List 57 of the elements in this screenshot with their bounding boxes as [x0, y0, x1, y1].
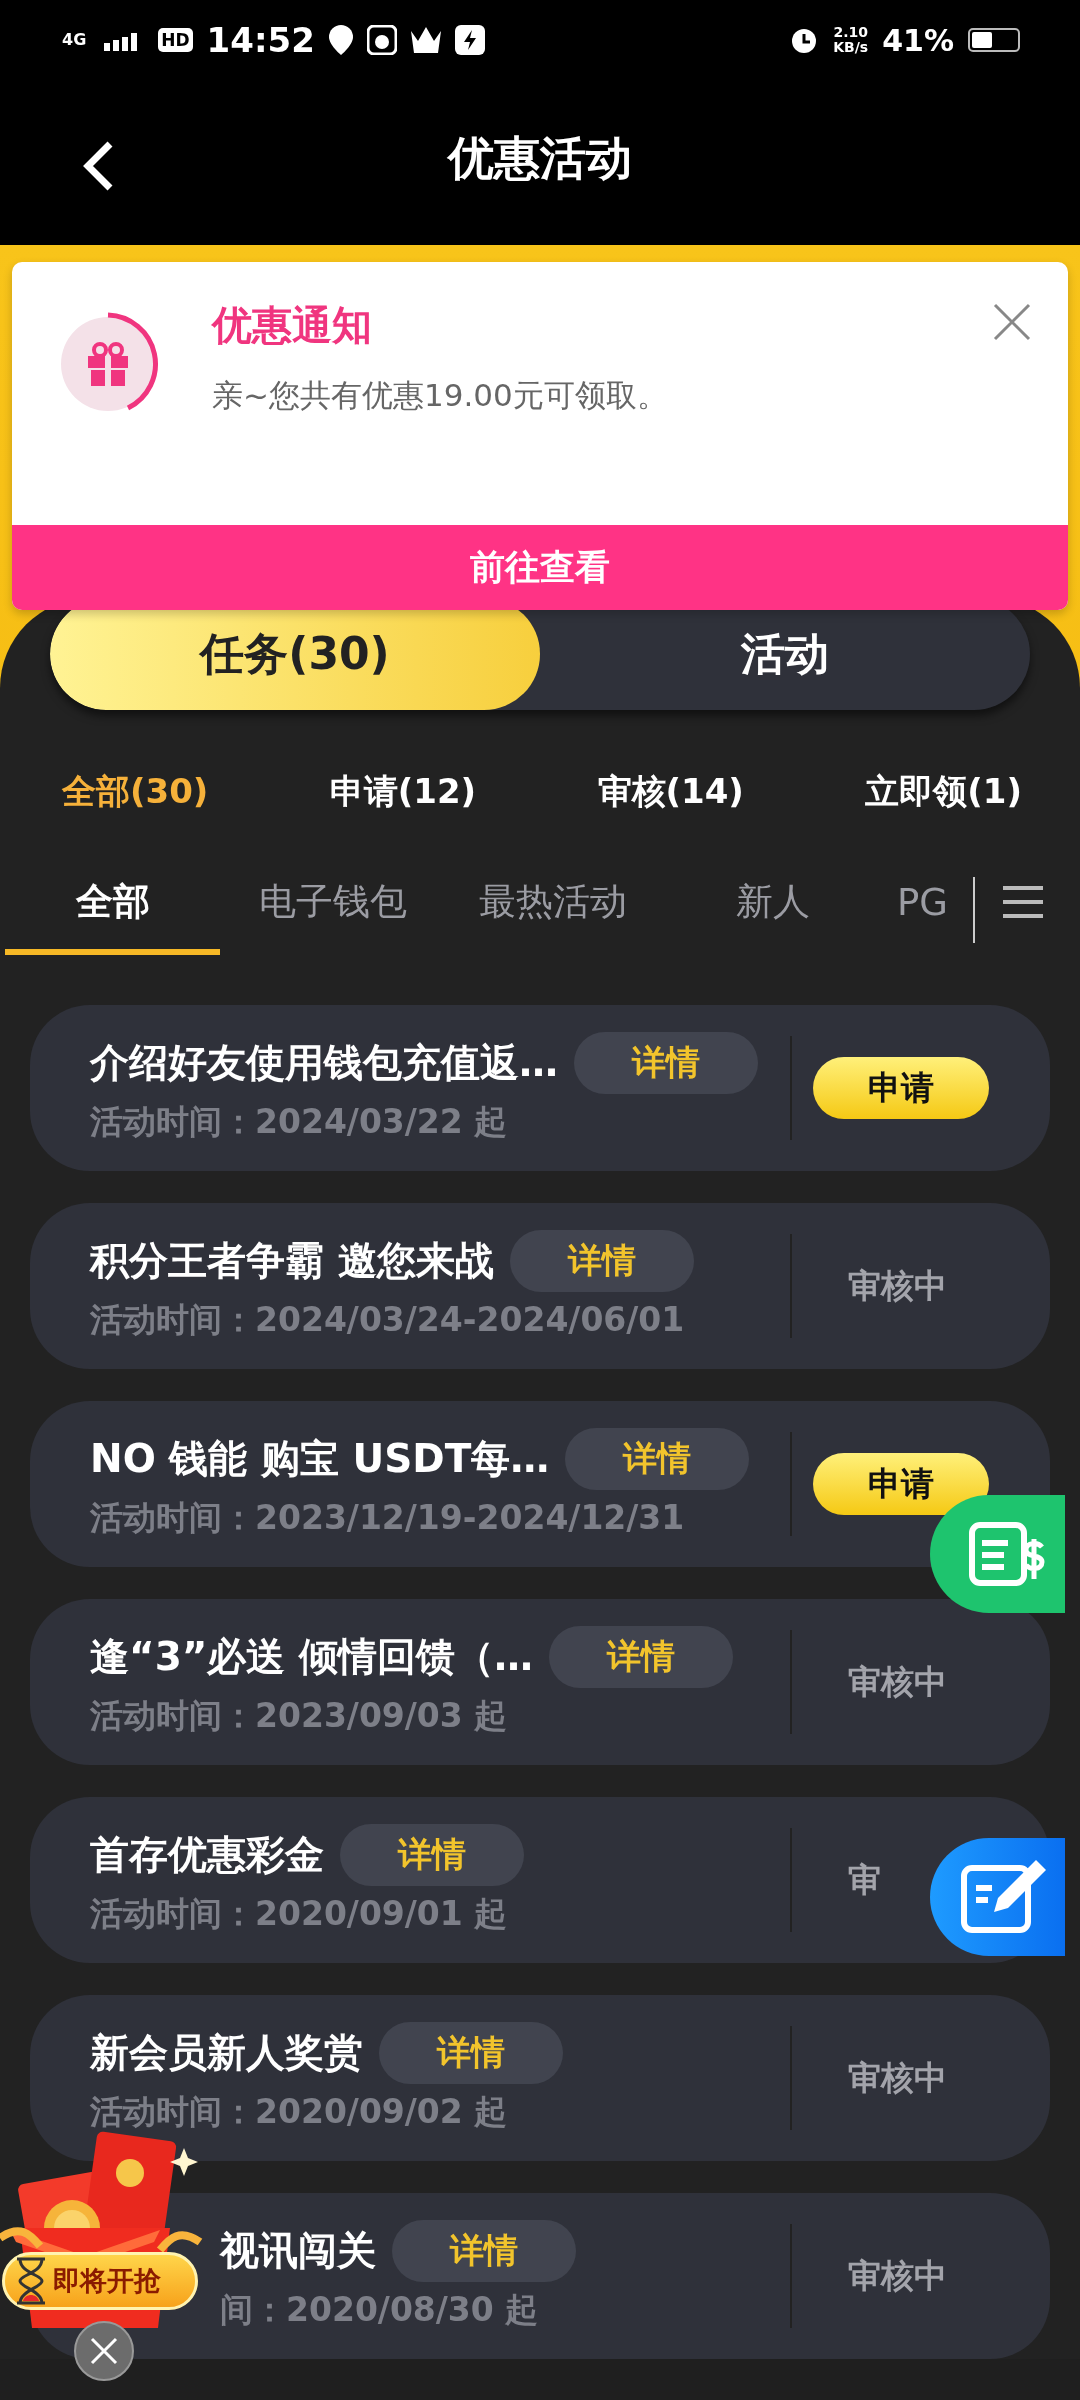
clock-time: 14:52	[206, 20, 315, 60]
notice-title: 优惠通知	[212, 301, 373, 350]
activity-title: NO 钱能 购宝 USDT每…	[90, 1434, 550, 1483]
battery-percent: 41%	[882, 22, 954, 58]
location-pin-icon	[328, 25, 353, 55]
details-button[interactable]: 详情	[574, 1031, 758, 1094]
details-button[interactable]: 详情	[509, 1229, 694, 1292]
bolt-icon	[454, 25, 485, 55]
activity-title: 新会员新人奖赏	[90, 2028, 363, 2077]
app-icon	[366, 25, 397, 55]
notice-message: 亲~您共有优惠19.00元可领取。	[212, 376, 668, 415]
status-label: 审核中	[848, 2056, 947, 2099]
page-title: 优惠活动	[448, 129, 632, 187]
activity-title: 介绍好友使用钱包充值返…	[90, 1038, 558, 1087]
details-button[interactable]: 详情	[340, 1823, 524, 1886]
activity-title: 积分王者争霸 邀您来战	[90, 1236, 494, 1285]
crown-icon	[410, 27, 441, 53]
battery-icon	[968, 28, 1020, 52]
filter-tab[interactable]: 申请(12)	[329, 769, 477, 815]
status-label: 审核中	[848, 1264, 947, 1307]
view-button[interactable]: 前往查看	[12, 525, 1068, 610]
category-tab[interactable]: 新人	[665, 855, 880, 955]
menu-icon[interactable]	[1003, 885, 1043, 919]
details-button[interactable]: 详情	[565, 1427, 750, 1490]
status-label: 审核中	[848, 2254, 947, 2297]
activity-time: 活动时间：2024/03/24-2024/06/01	[90, 1298, 686, 1341]
activity-time: 活动时间：2020/09/02 起	[90, 2090, 509, 2133]
details-button[interactable]: 详情	[379, 2021, 563, 2084]
status-label: 审	[848, 1858, 881, 1901]
details-button[interactable]: 详情	[549, 1625, 733, 1688]
filter-tab[interactable]: 审核(14)	[597, 769, 744, 815]
speed-value: 2.10	[833, 25, 868, 40]
close-icon[interactable]	[73, 2320, 135, 2382]
countdown-badge[interactable]: 即将开抢	[2, 2252, 198, 2310]
network-label: 4G	[62, 32, 87, 48]
hd-badge: HD	[158, 28, 193, 52]
category-tab[interactable]: 电子钱包	[225, 855, 440, 955]
activity-time: 活动时间：2023/09/03 起	[90, 1694, 509, 1737]
filter-tab[interactable]: 立即领(1)	[865, 769, 1022, 815]
details-button[interactable]: 详情	[392, 2219, 576, 2282]
apply-button[interactable]: 申请	[813, 1057, 989, 1119]
activity-title: 逢“3”必送 倾情回馈（…	[90, 1632, 533, 1681]
activity-title: 首存优惠彩金	[90, 1830, 324, 1879]
apply-button[interactable]: 申请	[813, 1453, 989, 1515]
category-tab[interactable]: 最热活动	[445, 855, 660, 955]
hourglass-icon	[15, 2257, 47, 2305]
activity-time: 间：2020/08/30 起	[220, 2288, 540, 2331]
category-tab[interactable]: 全部	[5, 855, 220, 955]
speed-unit: KB/s	[833, 40, 869, 55]
activity-time: 活动时间：2020/09/01 起	[90, 1892, 509, 1935]
activity-time: 活动时间：2023/12/19-2024/12/31	[90, 1496, 686, 1539]
countdown-label: 即将开抢	[53, 2264, 161, 2298]
activity-title: 视讯闯关	[220, 2226, 376, 2275]
category-tab[interactable]: PG	[885, 855, 948, 955]
activity-time: 活动时间：2024/03/22 起	[90, 1100, 509, 1143]
filter-tab[interactable]: 全部(30)	[62, 769, 209, 815]
status-label: 审核中	[848, 1660, 947, 1703]
